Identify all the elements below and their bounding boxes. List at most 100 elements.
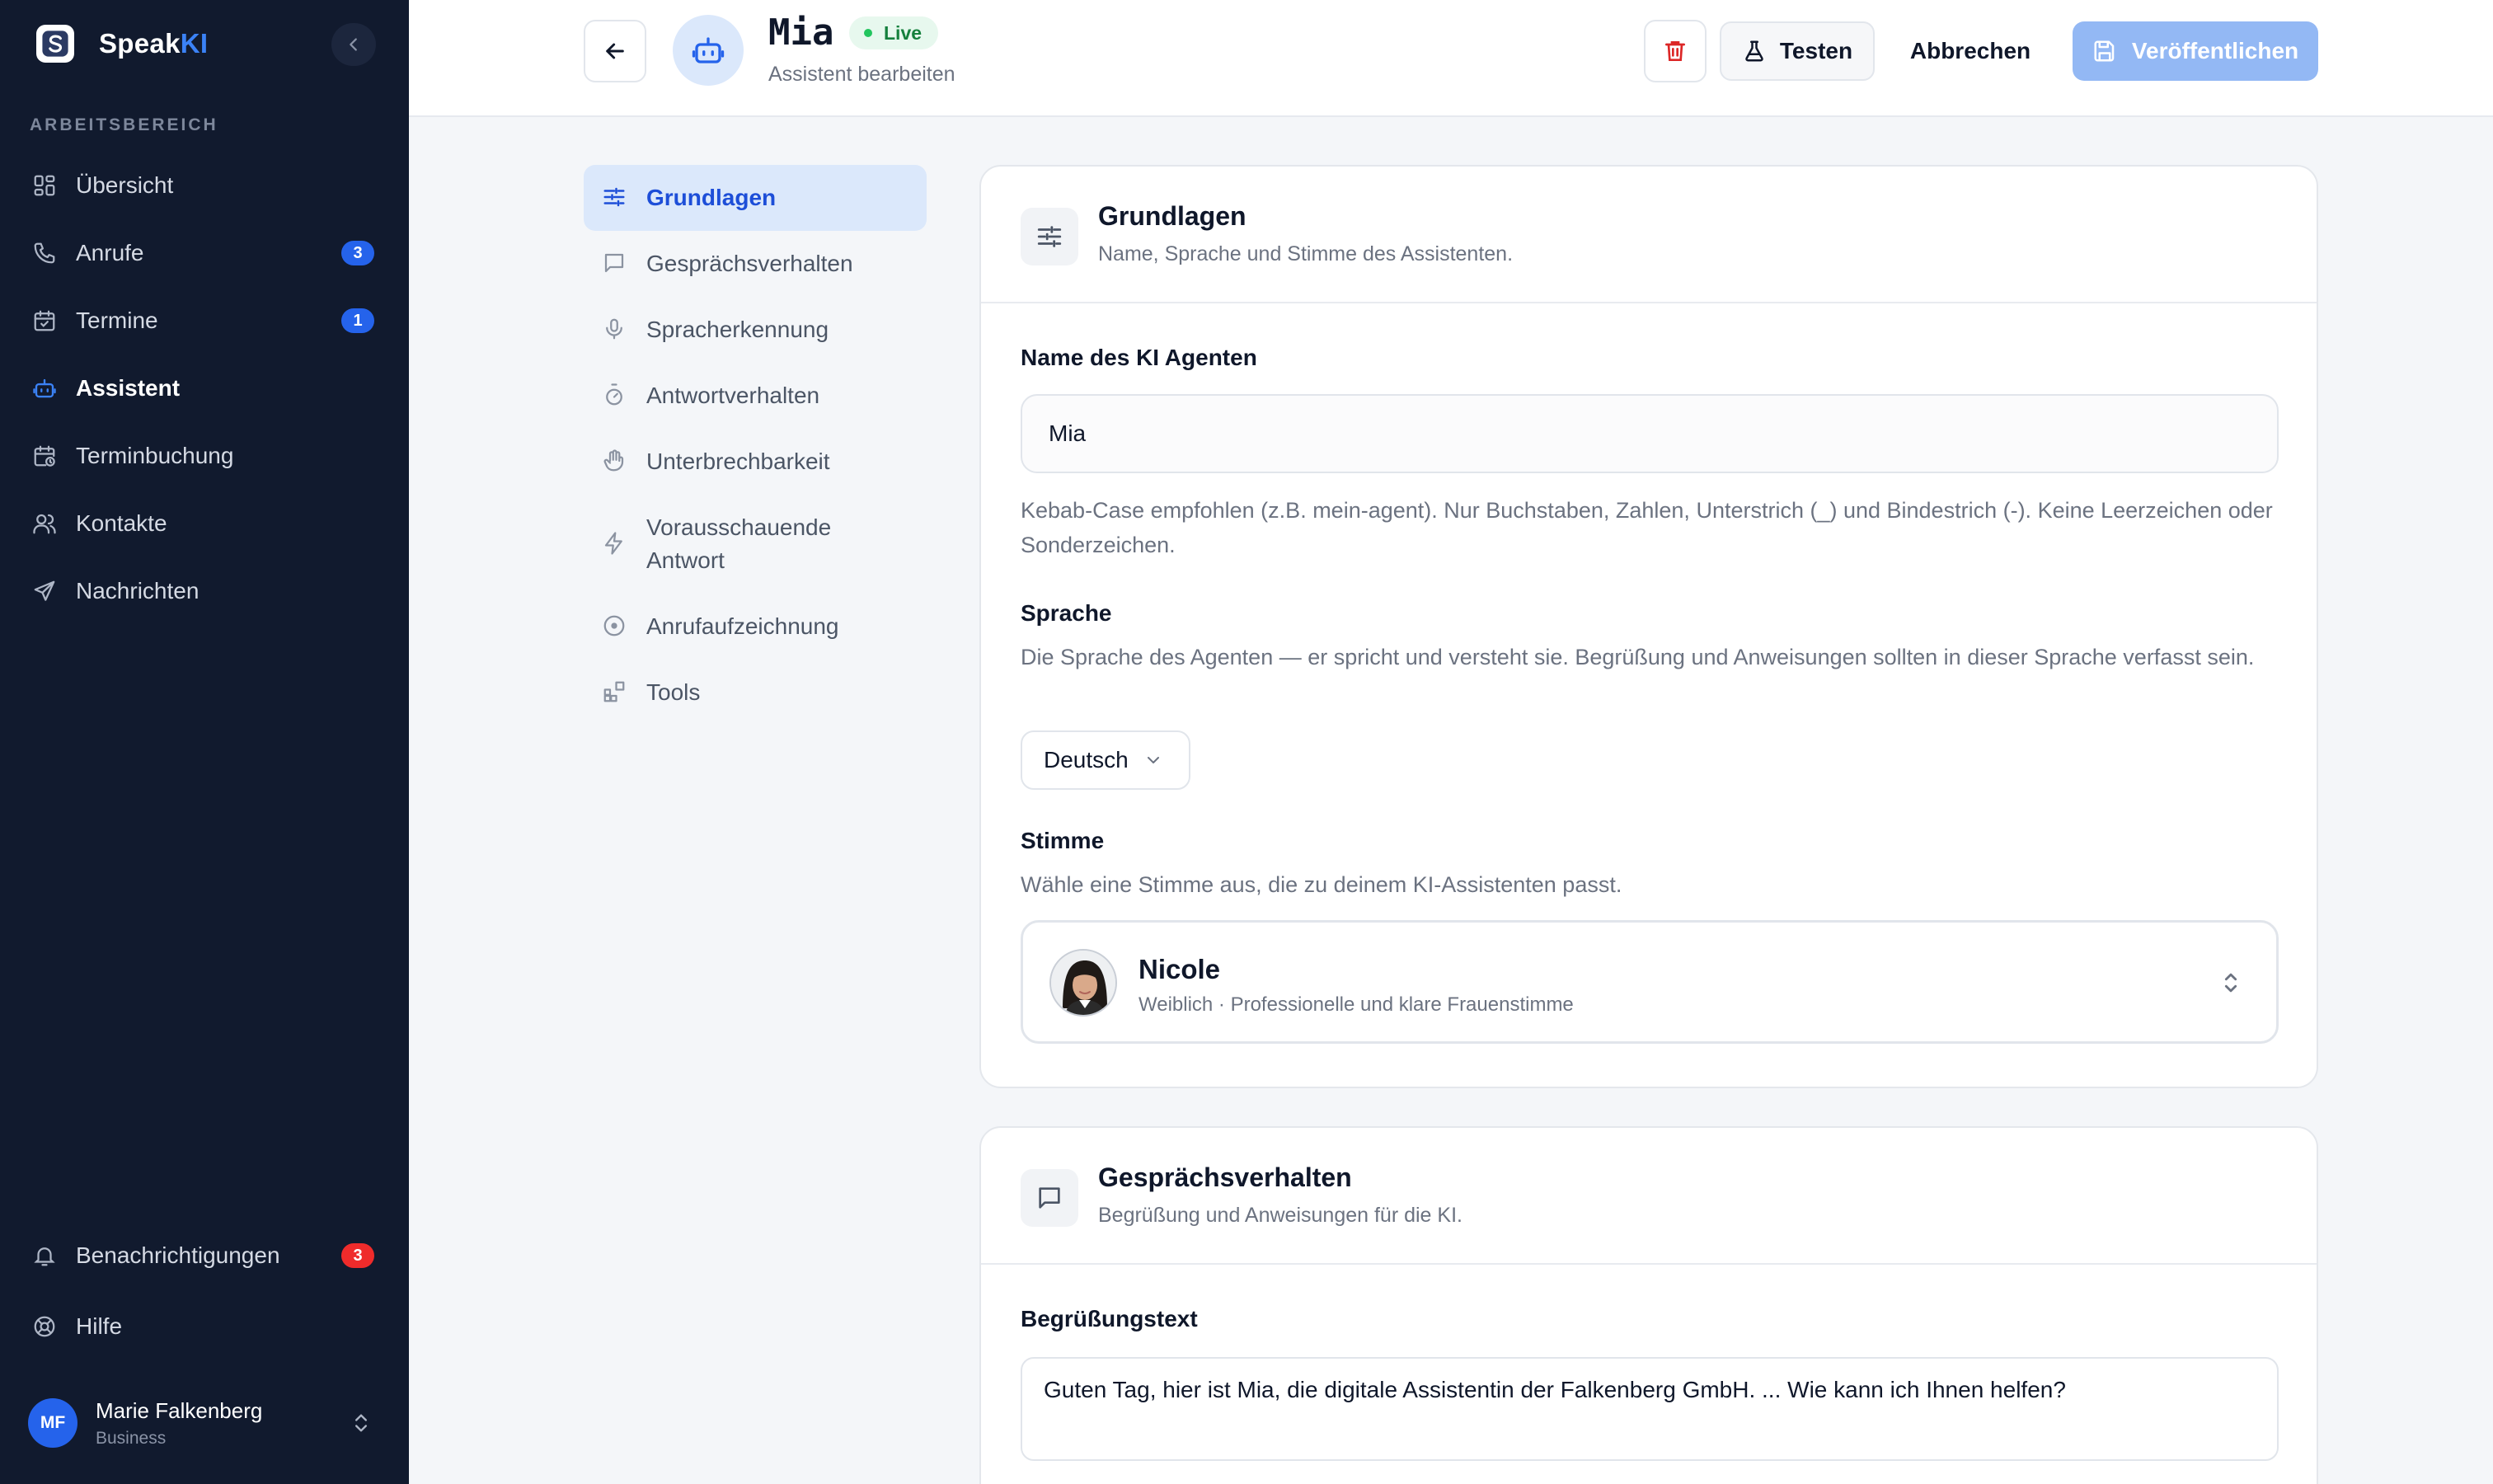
publish-button[interactable]: Veröffentlichen <box>2073 21 2318 81</box>
sidebar-item-assistant[interactable]: Assistent <box>30 355 376 422</box>
section-tab-label: Gesprächsverhalten <box>646 251 853 276</box>
calls-count-badge: 3 <box>341 241 374 265</box>
card-title: Gesprächsverhalten <box>1098 1162 1352 1192</box>
voice-name: Nicole <box>1139 954 1221 984</box>
section-tab-label: Vorausschauende Antwort <box>646 514 832 573</box>
phone-icon <box>30 238 59 268</box>
section-label: ARBEITSBEREICH <box>30 115 218 134</box>
section-tab-interruptibility[interactable]: Unterbrechbarkeit <box>584 429 927 495</box>
delete-button[interactable] <box>1644 20 1707 82</box>
sidebar-item-overview[interactable]: Übersicht <box>30 152 376 219</box>
status-text: Live <box>884 21 923 44</box>
status-dot <box>864 29 872 37</box>
card-subtitle: Begrüßung und Anweisungen für die KI. <box>1098 1204 1462 1227</box>
trash-icon <box>1665 41 1685 61</box>
section-tab-label: Unterbrechbarkeit <box>646 448 830 474</box>
avatar: MF <box>28 1398 77 1448</box>
brand-name: SpeakKI <box>99 28 209 59</box>
voice-label: Stimme <box>1021 828 1105 853</box>
sidebar-item-label: Benachrichtigungen <box>76 1242 280 1268</box>
sidebar-item-label: Assistent <box>76 375 181 401</box>
agent-name-input[interactable]: Mia <box>1021 394 2279 473</box>
voice-select[interactable]: Nicole Weiblich · Professionelle und kla… <box>1021 920 2279 1044</box>
sidebar-item-appointments[interactable]: Termine 1 <box>30 287 376 355</box>
sidebar-item-label: Termine <box>76 308 158 333</box>
section-tab-speech-recognition[interactable]: Spracherkennung <box>584 297 927 363</box>
basics-card-header: Grundlagen Name, Sprache und Stimme des … <box>981 167 2317 303</box>
users-icon <box>30 509 59 538</box>
sliders-icon <box>1021 208 1078 265</box>
logo-row: SpeakKI <box>36 23 376 66</box>
sidebar-item-messages[interactable]: Nachrichten <box>30 557 376 625</box>
page-subtitle: Assistent bearbeiten <box>768 63 955 86</box>
chevron-down-icon <box>1147 757 1159 763</box>
sidebar-item-label: Hilfe <box>76 1313 123 1339</box>
user-menu[interactable]: MF Marie Falkenberg Business <box>28 1393 379 1453</box>
section-tab-label: Anrufaufzeichnung <box>646 613 839 639</box>
hand-icon <box>600 445 628 477</box>
back-button[interactable] <box>584 20 646 82</box>
sidebar-item-booking[interactable]: Terminbuchung <box>30 422 376 490</box>
basics-card: Grundlagen Name, Sprache und Stimme des … <box>979 165 2318 1088</box>
bot-icon <box>30 373 59 403</box>
bottom-nav: Benachrichtigungen 3 Hilfe <box>30 1220 376 1362</box>
section-tab-basics[interactable]: Grundlagen <box>584 165 927 231</box>
collapse-sidebar-button[interactable] <box>331 23 376 66</box>
language-label: Sprache <box>1021 600 1112 626</box>
chevrons-up-down-icon <box>2224 973 2237 993</box>
appointments-count-badge: 1 <box>341 308 374 333</box>
message-square-icon <box>600 247 628 279</box>
flask-icon <box>1745 40 1763 62</box>
life-buoy-icon <box>30 1312 59 1341</box>
sidebar-item-help[interactable]: Hilfe <box>30 1291 376 1362</box>
language-select[interactable]: Deutsch <box>1021 730 1190 790</box>
chevron-left-icon <box>350 38 357 51</box>
blocks-icon <box>600 676 628 707</box>
bot-icon <box>692 37 725 63</box>
test-button[interactable]: Testen <box>1720 21 1875 81</box>
arrow-left-icon <box>606 43 624 59</box>
assistant-avatar <box>673 15 744 86</box>
user-name: Marie Falkenberg <box>96 1397 263 1423</box>
mic-icon <box>600 313 628 345</box>
sidebar-item-contacts[interactable]: Kontakte <box>30 490 376 557</box>
sliders-icon <box>600 181 628 213</box>
message-square-icon <box>1021 1169 1078 1227</box>
greeting-textarea[interactable]: Guten Tag, hier ist Mia, die digitale As… <box>1021 1357 2279 1461</box>
name-help-text: Kebab-Case empfohlen (z.B. mein-agent). … <box>1021 498 2273 557</box>
section-tab-conversation[interactable]: Gesprächsverhalten <box>584 231 927 297</box>
sidebar-item-label: Anrufe <box>76 240 144 265</box>
section-tab-label: Grundlagen <box>646 185 777 210</box>
conversation-card: Gesprächsverhalten Begrüßung und Anweisu… <box>979 1126 2318 1484</box>
record-icon <box>600 610 628 641</box>
cancel-button[interactable]: Abbrechen <box>1899 21 2041 81</box>
sidebar-item-notifications[interactable]: Benachrichtigungen 3 <box>30 1220 376 1291</box>
section-tab-response[interactable]: Antwortverhalten <box>584 363 927 429</box>
status-badge: Live <box>849 16 939 49</box>
calendar-clock-icon <box>30 441 59 471</box>
section-nav: Grundlagen Gesprächsverhalten Spracherke… <box>584 165 927 726</box>
sidebar-item-label: Terminbuchung <box>76 443 234 468</box>
voice-description: Weiblich · Professionelle und klare Frau… <box>1139 993 1574 1016</box>
sidebar-item-label: Nachrichten <box>76 578 200 603</box>
sidebar-item-calls[interactable]: Anrufe 3 <box>30 219 376 287</box>
section-tab-predictive[interactable]: Vorausschauende Antwort <box>584 495 927 594</box>
voice-portrait-icon <box>1051 951 1115 1015</box>
section-tab-label: Spracherkennung <box>646 317 829 342</box>
logo-icon <box>36 25 74 63</box>
main-nav: Übersicht Anrufe 3 Termine 1 Assistent T… <box>30 152 376 625</box>
timer-icon <box>600 379 628 411</box>
zap-icon <box>600 528 628 559</box>
layout-grid-icon <box>30 171 59 200</box>
sidebar: SpeakKI ARBEITSBEREICH Übersicht Anrufe … <box>0 0 409 1484</box>
assistant-name: Mia <box>768 12 834 54</box>
section-tab-tools[interactable]: Tools <box>584 660 927 726</box>
conversation-card-header: Gesprächsverhalten Begrüßung und Anweisu… <box>981 1128 2317 1265</box>
voice-avatar <box>1049 949 1117 1017</box>
greeting-label: Begrüßungstext <box>1021 1306 1198 1331</box>
language-value: Deutsch <box>1044 747 1129 773</box>
section-tab-recording[interactable]: Anrufaufzeichnung <box>584 594 927 660</box>
voice-help-text: Wähle eine Stimme aus, die zu deinem KI-… <box>1021 872 1622 897</box>
save-icon <box>2094 40 2115 62</box>
chevrons-up-down-icon <box>355 1414 367 1432</box>
